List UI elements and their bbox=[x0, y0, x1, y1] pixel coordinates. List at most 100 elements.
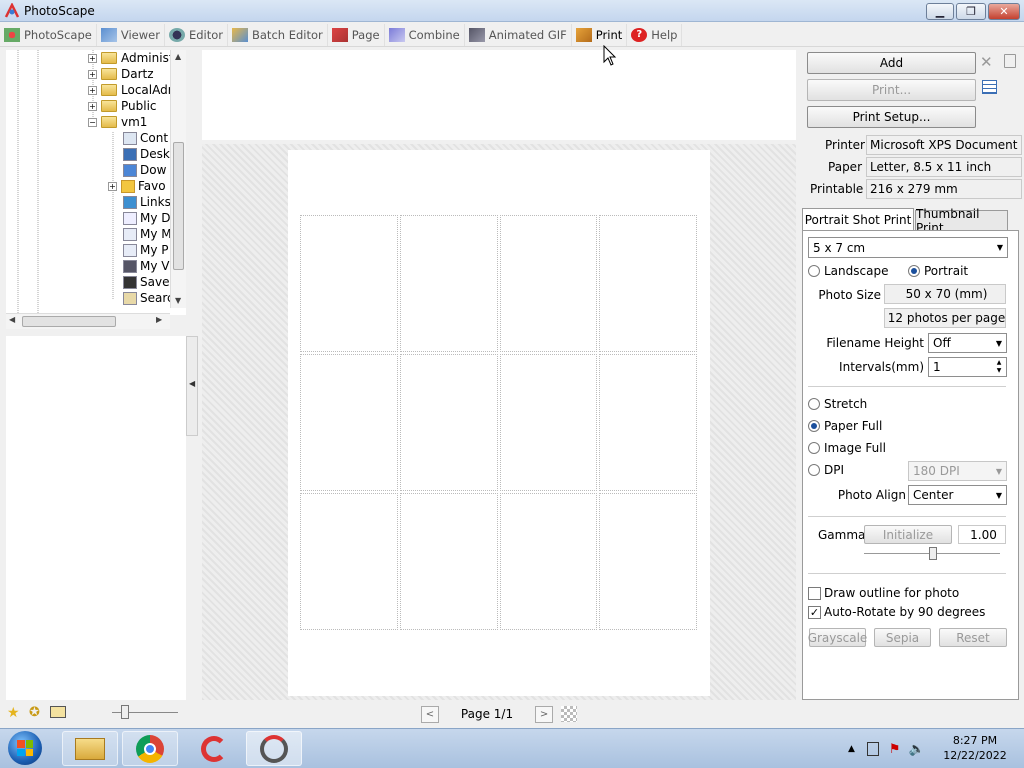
scroll-right-icon[interactable]: ▶ bbox=[156, 315, 162, 324]
intervals-spinner[interactable]: 1 ▲ ▼ bbox=[928, 357, 1007, 377]
filename-height-select[interactable]: Off ▼ bbox=[928, 333, 1007, 353]
tree-item-links[interactable]: Links bbox=[123, 194, 171, 210]
volume-icon[interactable]: 🔈 bbox=[909, 742, 925, 757]
menu-animated-gif[interactable]: Animated GIF bbox=[465, 23, 572, 46]
photo-slot[interactable] bbox=[300, 215, 398, 352]
photo-align-select[interactable]: Center ▼ bbox=[908, 485, 1007, 505]
menu-page[interactable]: Page bbox=[328, 23, 385, 46]
grayscale-button[interactable]: Grayscale bbox=[808, 628, 867, 647]
draw-outline-option[interactable]: Draw outline for photo bbox=[808, 586, 959, 600]
expand-icon[interactable]: + bbox=[88, 69, 97, 79]
paper-full-radio[interactable] bbox=[808, 420, 820, 432]
landscape-radio[interactable] bbox=[808, 265, 820, 277]
menu-help[interactable]: ? Help bbox=[627, 23, 683, 46]
scroll-left-icon[interactable]: ◀ bbox=[9, 315, 15, 324]
tree-item-dartz[interactable]: + Dartz bbox=[88, 66, 154, 82]
tree-item-my-documents[interactable]: My D bbox=[123, 210, 171, 226]
tree-item-my-music[interactable]: My M bbox=[123, 226, 172, 242]
tree-item-administ[interactable]: + Administ bbox=[88, 50, 174, 66]
taskbar-explorer[interactable] bbox=[62, 731, 118, 766]
open-folder-icon[interactable] bbox=[50, 706, 66, 718]
auto-rotate-checkbox[interactable]: ✓ bbox=[808, 605, 821, 619]
draw-outline-checkbox[interactable] bbox=[808, 586, 821, 600]
dpi-radio[interactable] bbox=[808, 464, 820, 476]
reset-button[interactable]: Reset bbox=[939, 628, 1007, 647]
action-center-icon[interactable]: ⚑ bbox=[889, 742, 901, 757]
photo-slot[interactable] bbox=[399, 215, 498, 352]
show-hidden-icons-icon[interactable]: ▲ bbox=[848, 744, 855, 754]
tree-item-downloads[interactable]: Dow bbox=[123, 162, 166, 178]
star-tools-icon[interactable]: ✪ bbox=[29, 705, 40, 720]
photo-slot[interactable] bbox=[599, 354, 697, 491]
expand-icon[interactable]: + bbox=[88, 53, 97, 63]
panel-splitter[interactable]: ◀ bbox=[186, 336, 198, 436]
photo-slot[interactable] bbox=[399, 493, 498, 630]
checker-icon[interactable] bbox=[561, 706, 578, 722]
portrait-option[interactable]: Portrait bbox=[908, 264, 968, 278]
minimize-button[interactable]: ▁ bbox=[926, 3, 954, 20]
tree-item-my-videos[interactable]: My V bbox=[123, 258, 169, 274]
auto-rotate-option[interactable]: ✓ Auto-Rotate by 90 degrees bbox=[808, 605, 985, 619]
tree-item-saved-games[interactable]: Save bbox=[123, 274, 169, 290]
collapse-icon[interactable]: − bbox=[88, 117, 97, 127]
maximize-button[interactable]: ❐ bbox=[956, 3, 986, 20]
collapse-arrow-icon[interactable]: ◀ bbox=[189, 379, 195, 388]
print-setup-button[interactable]: Print Setup... bbox=[807, 106, 976, 128]
tab-thumbnail-print[interactable]: Thumbnail Print bbox=[915, 207, 1008, 235]
favorite-star-icon[interactable]: ★ bbox=[7, 705, 20, 721]
portrait-radio[interactable] bbox=[908, 265, 920, 277]
gamma-value[interactable]: 1.00 bbox=[958, 525, 1006, 544]
tree-vscroll-thumb[interactable] bbox=[173, 142, 184, 270]
add-button[interactable]: Add bbox=[807, 52, 976, 74]
photo-size-select[interactable]: 5 x 7 cm ▼ bbox=[808, 237, 1008, 258]
photo-slot[interactable] bbox=[399, 354, 498, 491]
tree-item-searches[interactable]: Searc bbox=[123, 290, 174, 306]
image-full-radio[interactable] bbox=[808, 442, 820, 454]
network-icon[interactable] bbox=[866, 742, 879, 756]
remove-icon[interactable]: ✕ bbox=[980, 53, 993, 71]
photo-slot[interactable] bbox=[499, 354, 598, 491]
scroll-up-icon[interactable]: ▲ bbox=[175, 52, 181, 61]
expand-icon[interactable]: + bbox=[88, 85, 97, 95]
menu-print[interactable]: Print bbox=[572, 23, 628, 46]
tree-item-vm1[interactable]: − vm1 bbox=[88, 114, 147, 130]
tree-item-contacts[interactable]: Cont bbox=[123, 130, 168, 146]
tree-item-desktop[interactable]: Desk bbox=[123, 146, 170, 162]
tree-item-localadr[interactable]: + LocalAdr bbox=[88, 82, 173, 98]
taskbar-photoscape[interactable] bbox=[246, 731, 302, 766]
photo-slot[interactable] bbox=[300, 354, 398, 491]
tree-vertical-scrollbar[interactable]: ▲ ▼ bbox=[170, 50, 186, 308]
menu-viewer[interactable]: Viewer bbox=[97, 23, 165, 46]
tree-horizontal-scrollbar[interactable]: ◀ ▶ bbox=[6, 313, 170, 329]
prev-page-button[interactable]: < bbox=[420, 705, 439, 723]
tree-item-my-pictures[interactable]: My P bbox=[123, 242, 169, 258]
tree-hscroll-thumb[interactable] bbox=[22, 316, 116, 327]
close-button[interactable]: ✕ bbox=[988, 3, 1020, 20]
paper-full-option[interactable]: Paper Full bbox=[808, 419, 882, 433]
menu-combine[interactable]: Combine bbox=[385, 23, 465, 46]
photo-slot[interactable] bbox=[499, 493, 598, 630]
folder-tree[interactable]: + Administ + Dartz + LocalAdr + Public − vm1 … bbox=[6, 50, 186, 315]
photo-slot[interactable] bbox=[499, 215, 598, 352]
print-button[interactable]: Print... bbox=[807, 79, 976, 101]
photo-slot[interactable] bbox=[300, 493, 398, 630]
expand-icon[interactable]: + bbox=[88, 101, 97, 111]
menu-photoscape[interactable]: PhotoScape bbox=[0, 23, 97, 46]
tree-item-public[interactable]: + Public bbox=[88, 98, 157, 114]
gamma-slider-thumb[interactable] bbox=[929, 547, 937, 560]
list-view-icon[interactable] bbox=[982, 80, 997, 94]
image-full-option[interactable]: Image Full bbox=[808, 441, 886, 455]
stretch-radio[interactable] bbox=[808, 398, 820, 410]
taskbar-chrome[interactable] bbox=[122, 731, 178, 766]
menu-editor[interactable]: Editor bbox=[165, 23, 228, 46]
thumbnail-area[interactable] bbox=[6, 336, 186, 700]
trash-icon[interactable] bbox=[1004, 54, 1016, 68]
start-button[interactable] bbox=[2, 730, 48, 766]
zoom-slider-thumb[interactable] bbox=[121, 705, 129, 719]
photo-slot[interactable] bbox=[599, 493, 697, 630]
spinner-arrows-icon[interactable]: ▲ ▼ bbox=[992, 359, 1006, 375]
stretch-option[interactable]: Stretch bbox=[808, 397, 867, 411]
taskbar-ccleaner[interactable] bbox=[186, 731, 242, 766]
tree-item-favorites[interactable]: + Favo bbox=[108, 178, 166, 194]
dpi-option[interactable]: DPI bbox=[808, 463, 844, 477]
